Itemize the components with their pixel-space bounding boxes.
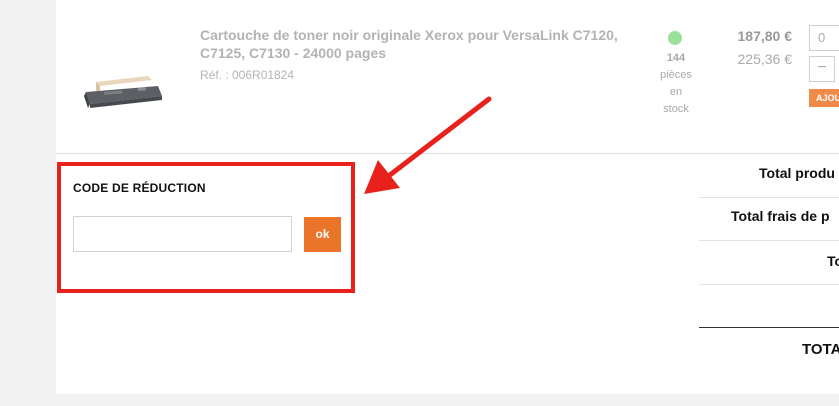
totals-divider [699, 240, 839, 241]
total-products-label: Total produ [759, 165, 835, 181]
totals-divider [699, 284, 839, 285]
annotation-arrow-icon [364, 96, 492, 194]
grand-total-label: TOTA [802, 341, 839, 358]
total-shipping-label: Total frais de p [731, 208, 830, 224]
total-tax-label: To [827, 253, 839, 269]
totals-divider [699, 197, 839, 198]
grand-total-divider [699, 327, 839, 328]
